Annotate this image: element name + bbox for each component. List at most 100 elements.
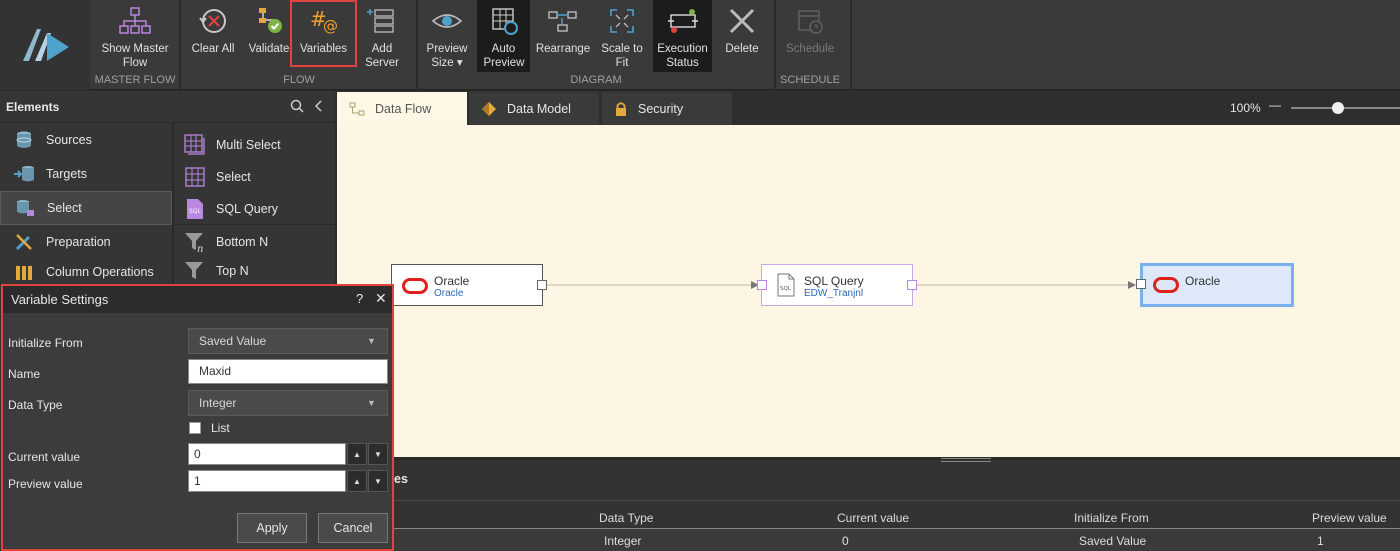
column-header-preview-value[interactable]: Preview value bbox=[1312, 511, 1387, 525]
increment-button[interactable]: ▲ bbox=[347, 443, 367, 465]
elements-panel-header: Elements bbox=[0, 91, 335, 123]
column-header-data-type[interactable]: Data Type bbox=[599, 511, 653, 525]
increment-button[interactable]: ▲ bbox=[347, 470, 367, 492]
tool-label: Multi Select bbox=[216, 138, 281, 152]
cancel-button[interactable]: Cancel bbox=[318, 513, 388, 543]
oracle-source-node[interactable]: Oracle Oracle bbox=[391, 264, 547, 306]
tool-sql-query[interactable]: SQL SQL Query bbox=[175, 193, 335, 225]
execution-status-button[interactable]: Execution Status bbox=[653, 0, 712, 72]
dialog-title-bar: Variable Settings ? ✕ bbox=[3, 286, 392, 313]
schedule-label: Schedule bbox=[786, 43, 834, 55]
group-label-flow: FLOW bbox=[283, 74, 315, 86]
svg-text:n: n bbox=[197, 244, 203, 253]
oracle-icon bbox=[402, 278, 428, 297]
data-type-value: Integer bbox=[199, 396, 237, 410]
validate-button[interactable]: Validate bbox=[246, 0, 292, 72]
input-port[interactable] bbox=[757, 280, 767, 290]
scale-to-fit-icon bbox=[607, 4, 637, 38]
auto-preview-label: Auto Preview bbox=[483, 43, 525, 69]
multi-select-icon bbox=[183, 133, 207, 157]
current-value-label: Current value bbox=[8, 450, 81, 464]
variables-button[interactable]: # @ Variables bbox=[290, 0, 357, 67]
delete-button[interactable]: Delete bbox=[720, 0, 764, 72]
tool-label: Top N bbox=[216, 264, 249, 278]
auto-preview-button[interactable]: Auto Preview bbox=[477, 0, 530, 72]
tool-divider bbox=[175, 224, 335, 225]
clear-all-icon bbox=[197, 4, 229, 38]
node-title: SQL Query bbox=[804, 274, 864, 288]
current-value-field[interactable]: 0 bbox=[188, 443, 346, 465]
schedule-button[interactable]: Schedule bbox=[782, 0, 838, 72]
tool-bottom-n[interactable]: n Bottom N bbox=[175, 226, 335, 258]
cell-current-value: 0 bbox=[842, 534, 849, 548]
preparation-icon bbox=[12, 232, 36, 252]
execution-status-label: Execution Status bbox=[657, 43, 708, 69]
node-title: Oracle bbox=[434, 274, 470, 288]
tool-top-n[interactable]: Top N bbox=[175, 258, 335, 284]
category-column-operations[interactable]: Column Operations bbox=[0, 259, 172, 285]
node-subtitle: Oracle bbox=[434, 288, 464, 299]
svg-text:@: @ bbox=[323, 17, 338, 35]
preview-value-label: Preview value bbox=[8, 477, 83, 491]
data-type-select[interactable]: Integer ▼ bbox=[188, 390, 388, 416]
output-port[interactable] bbox=[537, 280, 547, 290]
svg-text:SQL: SQL bbox=[189, 208, 202, 215]
cell-initialize-from: Saved Value bbox=[1079, 534, 1147, 548]
delete-icon bbox=[727, 4, 757, 38]
cell-preview-value: 1 bbox=[1317, 534, 1324, 548]
search-icon[interactable] bbox=[290, 99, 304, 116]
column-header-current-value[interactable]: Current value bbox=[837, 511, 909, 525]
help-button[interactable]: ? bbox=[356, 291, 363, 306]
oracle-icon bbox=[1153, 277, 1179, 296]
tab-label: Data Model bbox=[507, 101, 571, 116]
add-server-button[interactable]: Add Server bbox=[360, 0, 404, 72]
dialog-title: Variable Settings bbox=[11, 292, 109, 307]
tool-label: SQL Query bbox=[216, 202, 279, 216]
collapse-panel-icon[interactable] bbox=[314, 99, 324, 116]
sql-query-node[interactable]: SQL SQL Query EDW_Tranjnl bbox=[757, 264, 917, 306]
panel-divider bbox=[337, 500, 1400, 501]
zoom-out-button[interactable]: — bbox=[1269, 98, 1281, 112]
initialize-from-select[interactable]: Saved Value ▼ bbox=[188, 328, 388, 354]
decrement-button[interactable]: ▼ bbox=[368, 443, 388, 465]
data-model-icon bbox=[481, 101, 497, 117]
tab-label: Data Flow bbox=[375, 101, 432, 116]
apply-button[interactable]: Apply bbox=[237, 513, 307, 543]
category-preparation[interactable]: Preparation bbox=[0, 225, 172, 259]
data-flow-canvas[interactable]: Oracle Oracle SQL SQL Query EDW_Tranjnl … bbox=[337, 125, 1400, 457]
tab-data-flow[interactable]: Data Flow bbox=[337, 92, 467, 125]
output-port[interactable] bbox=[907, 280, 917, 290]
column-header-initialize-from[interactable]: Initialize From bbox=[1074, 511, 1149, 525]
show-master-flow-button[interactable]: Show Master Flow bbox=[96, 0, 174, 72]
eye-icon bbox=[430, 4, 464, 38]
funnel-icon bbox=[183, 259, 207, 283]
scale-to-fit-button[interactable]: Scale to Fit bbox=[598, 0, 646, 72]
tab-label: Security bbox=[638, 101, 684, 116]
tab-security[interactable]: Security bbox=[602, 92, 732, 125]
oracle-target-node[interactable]: Oracle bbox=[1136, 263, 1294, 307]
close-button[interactable]: ✕ bbox=[375, 290, 387, 307]
preview-size-button[interactable]: Preview Size ▾ bbox=[424, 0, 470, 72]
preview-value-field[interactable]: 1 bbox=[188, 470, 346, 492]
clear-all-button[interactable]: Clear All bbox=[188, 0, 238, 72]
resize-grip[interactable] bbox=[941, 458, 991, 462]
rearrange-button[interactable]: Rearrange bbox=[536, 0, 590, 72]
server-icon bbox=[367, 4, 397, 38]
list-checkbox[interactable] bbox=[189, 422, 201, 434]
logo-icon bbox=[23, 29, 69, 61]
zoom-slider-thumb[interactable] bbox=[1332, 102, 1344, 114]
category-sources[interactable]: Sources bbox=[0, 123, 172, 157]
category-label: Select bbox=[47, 201, 82, 215]
tool-select[interactable]: Select bbox=[175, 161, 335, 193]
category-targets[interactable]: Targets bbox=[0, 157, 172, 191]
target-icon bbox=[12, 164, 36, 184]
list-label: List bbox=[211, 421, 230, 435]
decrement-button[interactable]: ▼ bbox=[368, 470, 388, 492]
name-field[interactable]: Maxid bbox=[188, 359, 388, 384]
tab-data-model[interactable]: Data Model bbox=[469, 92, 599, 125]
category-select[interactable]: Select bbox=[0, 191, 172, 225]
input-port[interactable] bbox=[1136, 279, 1146, 289]
table-row[interactable] bbox=[337, 529, 1400, 551]
tool-multi-select[interactable]: Multi Select bbox=[175, 129, 335, 161]
zoom-slider-track[interactable] bbox=[1291, 107, 1400, 109]
